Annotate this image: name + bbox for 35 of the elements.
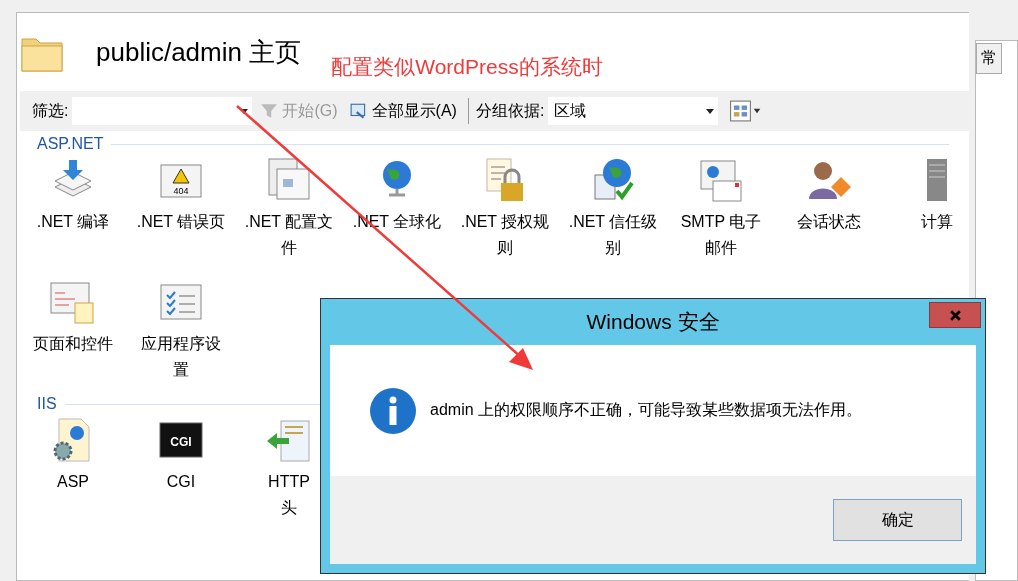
panel-tab[interactable]: 常 (976, 43, 1002, 74)
feature-label[interactable]: 会话状态 (797, 209, 861, 235)
feature-label[interactable]: 页面和控件 (33, 331, 113, 357)
close-button[interactable] (929, 302, 981, 328)
close-icon (948, 308, 962, 322)
feature-label[interactable]: 计算 (921, 209, 953, 235)
monitor-icon (349, 102, 368, 120)
feature-icon[interactable] (265, 417, 313, 465)
feature-label[interactable]: ASP (57, 469, 89, 495)
section-title: ASP.NET (37, 135, 104, 153)
feature-label[interactable]: SMTP 电子 邮件 (680, 209, 762, 261)
annotation-text: 配置类似WordPress的系统时 (331, 54, 603, 80)
funnel-icon (260, 102, 279, 120)
window-title: public/admin 主页 (96, 36, 302, 69)
caret-icon[interactable] (706, 108, 715, 114)
feature-label[interactable]: CGI (166, 469, 196, 495)
group-by-label: 分组依据: (475, 100, 545, 121)
feature-label[interactable]: .NET 错误页 (136, 209, 226, 235)
feature-label[interactable]: HTTP 头 (268, 469, 310, 521)
caret-icon[interactable] (240, 108, 249, 114)
filter-label: 筛选: (32, 100, 69, 121)
feature-icon[interactable] (697, 157, 745, 205)
feature-label[interactable]: 应用程序设 置 (141, 331, 221, 383)
filter-field[interactable] (72, 97, 253, 125)
feature-label[interactable]: .NET 编译 (36, 209, 110, 235)
info-icon (370, 387, 416, 434)
feature-label[interactable]: .NET 信任级 别 (568, 209, 658, 261)
group-by-dropdown[interactable]: 区域 (548, 97, 719, 125)
dialog-message: admin 上的权限顺序不正确，可能导致某些数据项无法作用。 (430, 400, 863, 420)
feature-label[interactable]: .NET 授权规 则 (460, 209, 550, 261)
dialog-title: Windows 安全 (586, 309, 720, 335)
section-title: IIS (37, 395, 57, 413)
ok-button[interactable]: 确定 (833, 499, 962, 541)
feature-label[interactable]: .NET 配置文 件 (244, 209, 334, 261)
show-all-button[interactable]: 全部显示(A) (345, 100, 461, 122)
